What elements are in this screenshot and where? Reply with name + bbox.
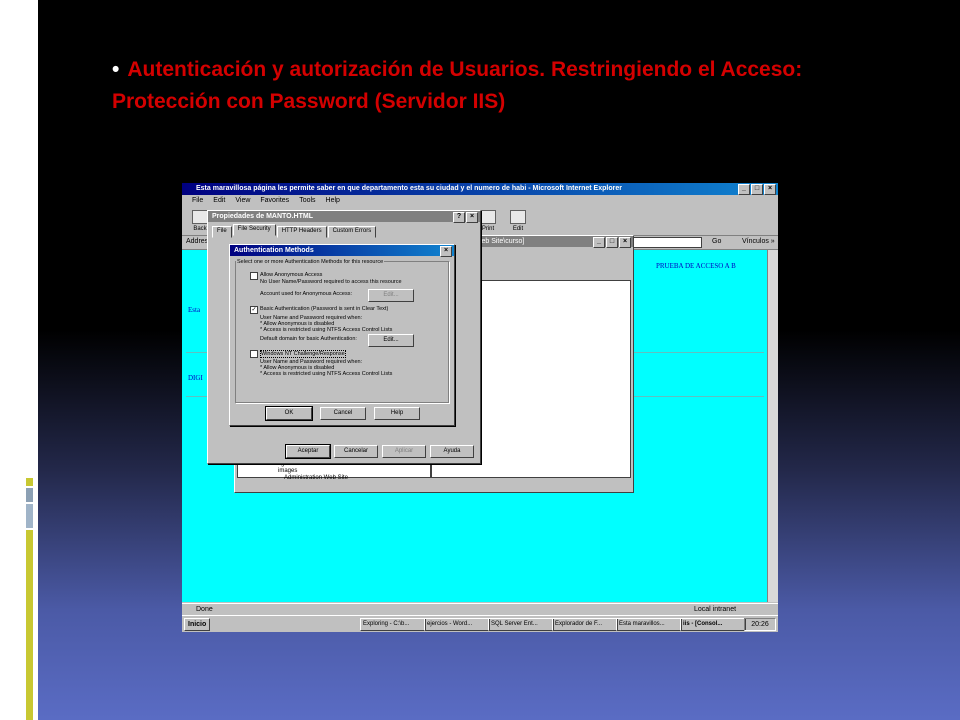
yellow-bar-bottom (26, 530, 33, 720)
task-iis-console[interactable]: iis - [Consol... (680, 618, 746, 631)
auth-cancel-button[interactable]: Cancel (320, 407, 366, 420)
explorer-close-icon[interactable]: × (619, 237, 631, 248)
auth-ok-button[interactable]: OK (265, 406, 313, 421)
ie-titlebar: Esta maravillosa página les permite sabe… (182, 183, 778, 195)
task-word[interactable]: ejercios - Word... (424, 618, 490, 631)
back-icon (192, 210, 208, 224)
menu-help[interactable]: Help (326, 197, 340, 204)
ie-window-title: Esta maravillosa página les permite sabe… (196, 185, 622, 192)
start-button[interactable]: Inicio (184, 618, 211, 631)
close-icon[interactable]: × (764, 184, 776, 195)
anonymous-account-label: Account used for Anonymous Access: (260, 291, 353, 297)
auth-close-icon[interactable]: × (440, 246, 452, 257)
auth-titlebar: Authentication Methods × (230, 245, 454, 257)
nt-challenge-label: Windows NT Challenge/Response (260, 350, 346, 358)
properties-close-icon[interactable]: × (466, 212, 478, 223)
anonymous-checkbox[interactable] (250, 272, 258, 280)
page-esta-text: Esta (188, 306, 201, 314)
basic-auth-checkbox[interactable]: ✓ (250, 306, 258, 314)
basic-auth-desc-3: * Access is restricted using NTFS Access… (260, 327, 393, 333)
slide-title: • Autenticación y autorización de Usuario… (112, 54, 892, 118)
tree-admin-site[interactable]: Administration Web Site (284, 475, 348, 481)
properties-tabs: File File Security HTTP Headers Custom E… (212, 224, 377, 238)
explorer-title: Web Site\curso] (475, 238, 525, 245)
page-heading: PRUEBA DE ACCESO A B (656, 262, 736, 270)
page-digi-text: DIGI (188, 374, 203, 382)
minimize-icon[interactable]: _ (738, 184, 750, 195)
tab-http-headers[interactable]: HTTP Headers (276, 226, 327, 238)
auth-help-button[interactable]: Help (374, 407, 420, 420)
links-button[interactable]: Vínculos » (742, 235, 775, 249)
basic-domain-edit-button[interactable]: Edit... (368, 334, 414, 347)
task-explorador[interactable]: Explorador de F... (552, 618, 618, 631)
properties-title: Propiedades de MANTO.HTML (212, 213, 313, 220)
aplicar-button[interactable]: Aplicar (382, 445, 426, 458)
go-button[interactable]: Go (712, 235, 721, 249)
bullet-icon: • (112, 58, 120, 81)
yellow-bar-top (26, 478, 33, 486)
explorer-minimize-icon[interactable]: _ (593, 237, 605, 248)
basic-domain-label: Default domain for basic Authentication: (260, 336, 357, 342)
task-esta-maravillosa[interactable]: Esta maravillos... (616, 618, 682, 631)
edit-label: Edit (512, 226, 524, 232)
task-exploring[interactable]: Exploring - C:\b... (360, 618, 426, 631)
anonymous-edit-button[interactable]: Edit... (368, 289, 414, 302)
ie-screenshot: Esta maravillosa página les permite sabe… (182, 183, 778, 632)
menu-file[interactable]: File (192, 197, 203, 204)
windows-taskbar: Inicio Exploring - C:\b... ejercios - Wo… (182, 615, 778, 632)
aceptar-button[interactable]: Aceptar (285, 444, 331, 459)
properties-help-icon[interactable]: ? (453, 212, 465, 223)
nt-challenge-checkbox[interactable] (250, 350, 258, 358)
auth-group: Allow Anonymous Access No User Name/Pass… (235, 261, 449, 403)
ie-menubar: File Edit View Favorites Tools Help (182, 195, 778, 207)
menu-favorites[interactable]: Favorites (260, 197, 289, 204)
cancelar-button[interactable]: Cancelar (334, 445, 378, 458)
tab-custom-errors[interactable]: Custom Errors (327, 226, 377, 238)
print-icon (480, 210, 496, 224)
taskbar-clock: 20:26 (744, 618, 776, 631)
gray-bar-1 (26, 488, 33, 502)
anonymous-desc: No User Name/Password required to access… (260, 279, 402, 285)
auth-methods-dialog: Authentication Methods × Select one or m… (229, 244, 455, 426)
menu-tools[interactable]: Tools (299, 197, 315, 204)
explorer-maximize-icon[interactable]: □ (606, 237, 618, 248)
gray-bar-2 (26, 504, 33, 528)
anonymous-label: Allow Anonymous Access (260, 272, 323, 278)
menu-edit[interactable]: Edit (213, 197, 225, 204)
tree-images[interactable]: images (278, 468, 297, 474)
auth-intro: Select one or more Authentication Method… (236, 259, 385, 265)
basic-auth-label: Basic Authentication (Password is sent i… (260, 306, 389, 312)
slide-stripes-icon (20, 10, 32, 118)
edit-button[interactable]: Edit (504, 210, 532, 232)
edit-icon (510, 210, 526, 224)
tab-file[interactable]: File (212, 226, 232, 238)
menu-view[interactable]: View (235, 197, 250, 204)
back-label: Back (193, 226, 207, 232)
maximize-icon[interactable]: □ (751, 184, 763, 195)
print-label: Print (481, 226, 495, 232)
task-sql-server[interactable]: SQL Server Ent... (488, 618, 554, 631)
slide-title-text: Autenticación y autorización de Usuarios… (112, 58, 803, 113)
page-scrollbar[interactable] (767, 250, 778, 602)
nt-desc-3: * Access is restricted using NTFS Access… (260, 371, 393, 377)
auth-title: Authentication Methods (234, 247, 314, 254)
ayuda-button[interactable]: Ayuda (430, 445, 474, 458)
properties-titlebar: Propiedades de MANTO.HTML ? × (208, 211, 480, 223)
tab-file-security[interactable]: File Security (232, 224, 276, 236)
